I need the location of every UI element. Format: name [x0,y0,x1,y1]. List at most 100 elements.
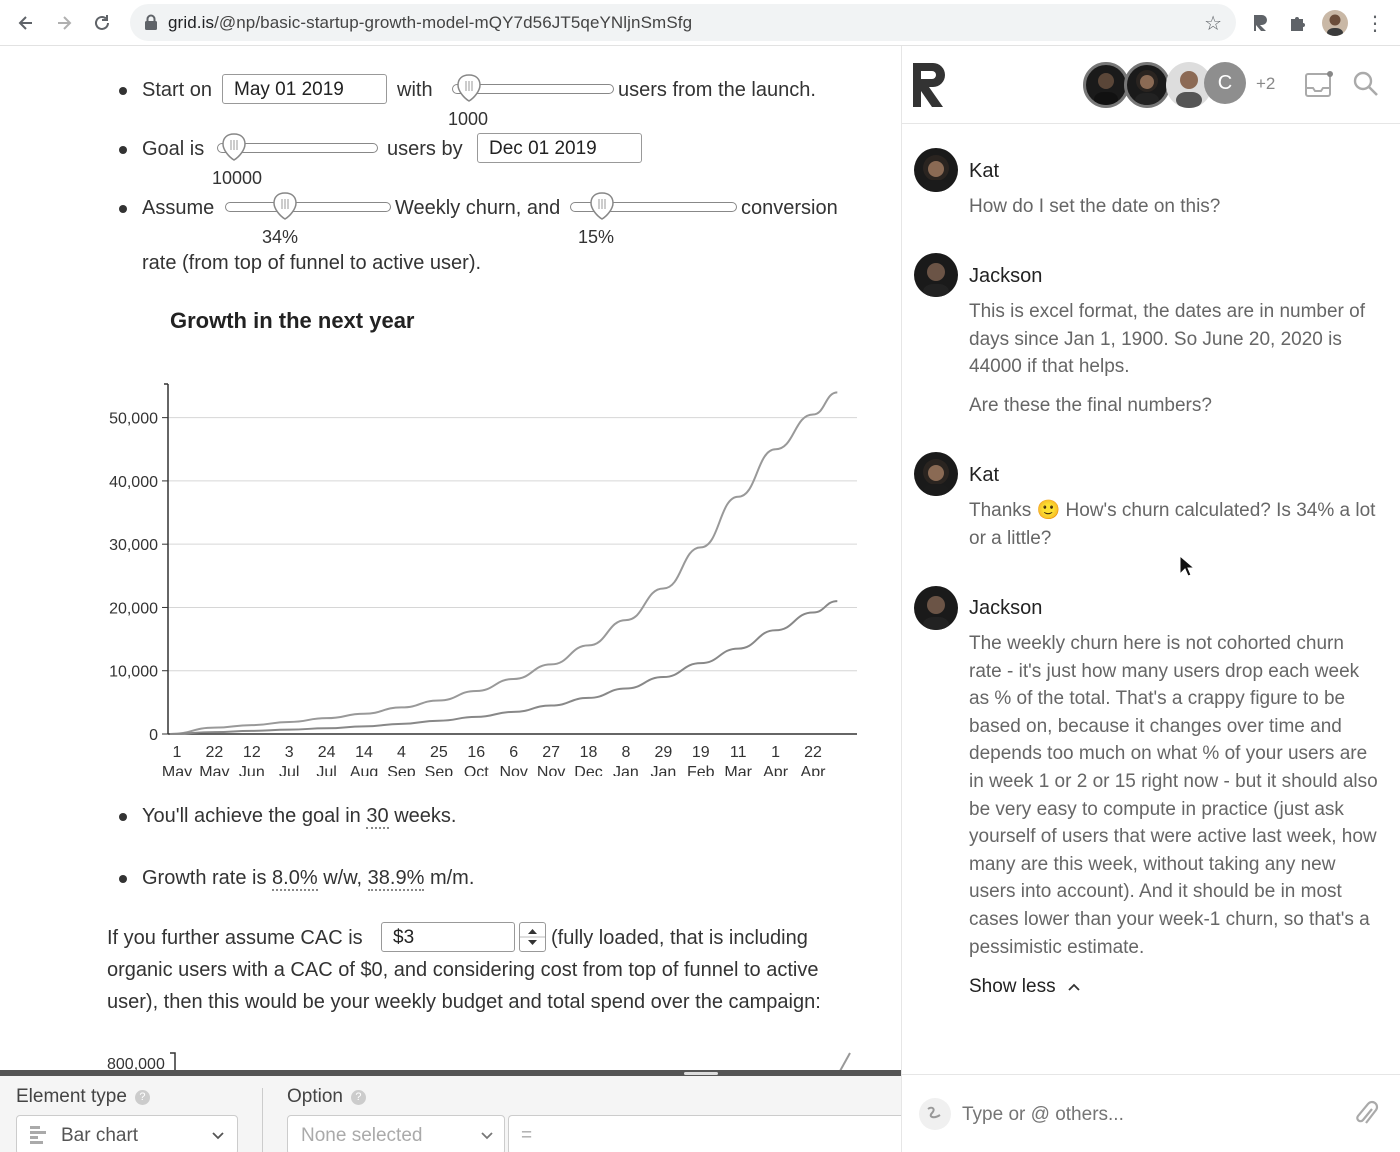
help-icon[interactable]: ? [134,1090,150,1105]
x-tick-day: 18 [580,744,598,761]
resize-handle[interactable] [684,1072,718,1075]
help-icon[interactable]: ? [350,1090,366,1105]
x-tick-month: May [162,764,192,776]
x-tick-month: Jul [279,764,299,776]
start-date-input[interactable]: May 01 2019 [222,74,387,104]
y-tick-label: 50,000 [109,411,158,428]
bar-chart-icon [30,1126,46,1144]
cac-pre-text: If you further assume CAC is [107,927,363,949]
comment-composer [902,1074,1400,1152]
collaborator-initial-avatar[interactable]: C [1204,62,1246,104]
x-tick-day: 8 [621,744,630,761]
growth-rate-text: Growth rate is 8.0% w/w, 38.9% m/m. [142,867,474,891]
address-bar[interactable]: grid.is/@np/basic-startup-growth-model-m… [130,4,1236,41]
y-tick-label: 40,000 [109,474,158,491]
x-tick-day: 6 [509,744,518,761]
goal-weeks-value[interactable]: 30 [366,805,389,829]
x-tick-day: 11 [730,744,747,761]
lock-icon [145,14,157,30]
x-tick-month: Nov [499,764,527,776]
monthly-growth-value[interactable]: 38.9% [367,867,425,891]
churn-value: 34% [262,227,299,247]
bullet [119,146,127,154]
x-tick-day: 22 [206,744,224,761]
cac-stepper[interactable] [519,922,546,952]
browser-menu-icon[interactable]: ⋮ [1362,10,1388,36]
message-text: How do I set the date on this? [969,196,1221,217]
x-tick-month: Sep [387,764,416,776]
puzzle-extension-icon[interactable] [1285,10,1311,36]
x-tick-month: Aug [350,764,378,776]
conversion-slider-thumb[interactable] [587,191,617,221]
goal-weeks-text: You'll achieve the goal in 30 weeks. [142,805,457,829]
document-area: Start on May 01 2019 with 1000 users fro… [0,46,901,1070]
back-icon[interactable] [12,9,40,37]
jackson-avatar[interactable] [914,586,958,630]
option-select[interactable]: None selected [287,1115,505,1152]
goal-users-slider-thumb[interactable] [219,132,249,162]
equals-sign: = [521,1125,533,1146]
x-tick-month: Mar [724,764,752,776]
message-author: Jackson [969,265,1043,287]
assume-label: Assume [142,197,215,219]
conversion-label: conversion [741,197,838,219]
series-line-to-acquire [169,600,838,735]
x-tick-day: 22 [804,744,822,761]
y-tick-label: 20,000 [109,600,158,617]
comments-panel: C +2 Kat How do I set the date on this? … [901,46,1400,1152]
x-tick-day: 1 [173,744,182,761]
x-tick-day: 25 [430,744,448,761]
collaborator-avatar[interactable] [1083,62,1129,108]
comments-header: C +2 [902,46,1400,124]
search-icon[interactable] [1352,70,1380,98]
churn-slider-thumb[interactable] [270,191,300,221]
initial-users-slider-thumb[interactable] [454,73,484,103]
start-on-label: Start on [142,79,213,101]
profile-avatar[interactable] [1322,10,1348,36]
x-tick-day: 24 [318,744,336,761]
inbox-icon[interactable] [1304,70,1334,98]
message-text: The weekly churn here is not cohorted ch… [969,633,1378,958]
y-tick-label: 0 [149,727,158,744]
bookmark-star-icon[interactable]: ☆ [1204,11,1222,36]
churn-slider[interactable] [225,202,391,212]
paperclip-icon[interactable] [1352,1099,1380,1131]
show-less-button[interactable]: Show less [969,976,1081,998]
jackson-avatar[interactable] [914,253,958,297]
goal-users-value: 10000 [212,168,263,188]
goal-weeks-post: weeks. [394,805,457,827]
chevron-up-icon [1068,983,1080,991]
comment-input[interactable] [962,1101,1332,1129]
grid-logo-icon[interactable] [913,63,949,107]
reload-icon[interactable] [88,9,116,37]
cac-input[interactable]: $3 [381,922,515,952]
x-tick-day: 14 [355,744,373,761]
conversion-rate-text: rate (from top of funnel to active user)… [142,252,482,274]
x-tick-day: 19 [692,744,710,761]
bullet [119,205,127,213]
ww-label: w/w, [323,867,363,889]
x-tick-month: Apr [801,764,827,776]
x-tick-day: 12 [243,744,261,761]
goal-date-input[interactable]: Dec 01 2019 [477,133,642,163]
element-type-label: Element type? [16,1086,150,1108]
x-tick-day: 16 [467,744,485,761]
formula-field[interactable]: = [508,1115,908,1152]
option-label: Option? [287,1086,366,1108]
message-author: Kat [969,464,1000,486]
extra-collaborators-count[interactable]: +2 [1256,74,1275,94]
forward-icon[interactable] [50,9,78,37]
browser-toolbar: grid.is/@np/basic-startup-growth-model-m… [0,0,1400,46]
y-tick-label: 10,000 [109,664,158,681]
collaborator-avatar[interactable] [1124,62,1170,108]
kat-avatar[interactable] [914,452,958,496]
bullet [119,813,127,821]
kat-avatar[interactable] [914,148,958,192]
mention-icon[interactable] [918,1097,952,1131]
weekly-growth-value[interactable]: 8.0% [272,867,318,891]
grid-extension-icon[interactable] [1248,10,1274,36]
growth-rate-pre: Growth rate is [142,867,267,889]
element-type-select[interactable]: Bar chart [16,1115,238,1152]
x-tick-month: Jan [613,764,639,776]
x-tick-day: 4 [397,744,406,761]
